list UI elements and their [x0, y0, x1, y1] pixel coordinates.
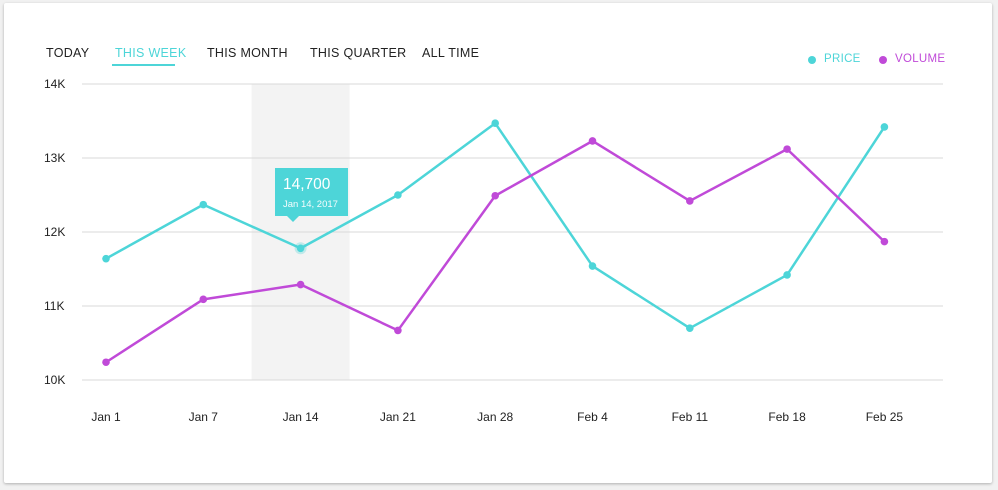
data-point-volume	[296, 280, 305, 289]
data-point-volume	[199, 295, 208, 304]
x-tick-label: Jan 14	[283, 410, 319, 424]
y-tick-label: 12K	[44, 225, 65, 239]
data-point-price	[783, 271, 791, 279]
line-chart: 10K 11K 12K 13K 14K Jan 1 Jan 7 Jan 14 Jan 21 Jan…	[44, 77, 943, 424]
x-tick-label: Feb 11	[672, 410, 709, 424]
x-tick-label: Jan 21	[380, 410, 416, 424]
tooltip-value: 14,700	[283, 176, 331, 193]
data-point-price	[686, 324, 694, 333]
data-point-volume	[102, 358, 110, 367]
y-tick-label: 10K	[44, 373, 65, 387]
x-tick-label: Jan 28	[477, 410, 513, 424]
data-point-volume	[880, 237, 889, 246]
data-point-price	[102, 254, 110, 263]
data-point-volume	[491, 191, 500, 200]
data-point-price	[394, 191, 402, 199]
data-point-price	[880, 123, 889, 131]
data-tooltip: 14,700 Jan 14, 2017	[275, 168, 348, 222]
data-point-volume	[394, 326, 402, 335]
x-tick-label: Jan 7	[189, 410, 219, 424]
y-tick-label: 11K	[44, 299, 64, 313]
data-point-volume	[588, 137, 597, 145]
data-point-price	[588, 262, 597, 270]
y-tick-label: 14K	[44, 77, 65, 91]
data-point-price	[491, 119, 500, 128]
tooltip-date: Jan 14, 2017	[283, 199, 338, 210]
series-line-volume	[105, 139, 886, 364]
data-point-price	[199, 200, 208, 209]
data-point-price	[296, 244, 305, 253]
tooltip-arrow	[287, 216, 299, 222]
data-point-volume	[783, 145, 791, 153]
x-tick-label: Feb 25	[866, 410, 904, 424]
y-tick-label: 13K	[44, 151, 65, 165]
data-point-volume	[686, 197, 694, 205]
x-tick-label: Feb 4	[577, 410, 608, 424]
x-tick-label: Feb 18	[768, 410, 806, 424]
x-tick-label: Jan 1	[91, 410, 121, 424]
